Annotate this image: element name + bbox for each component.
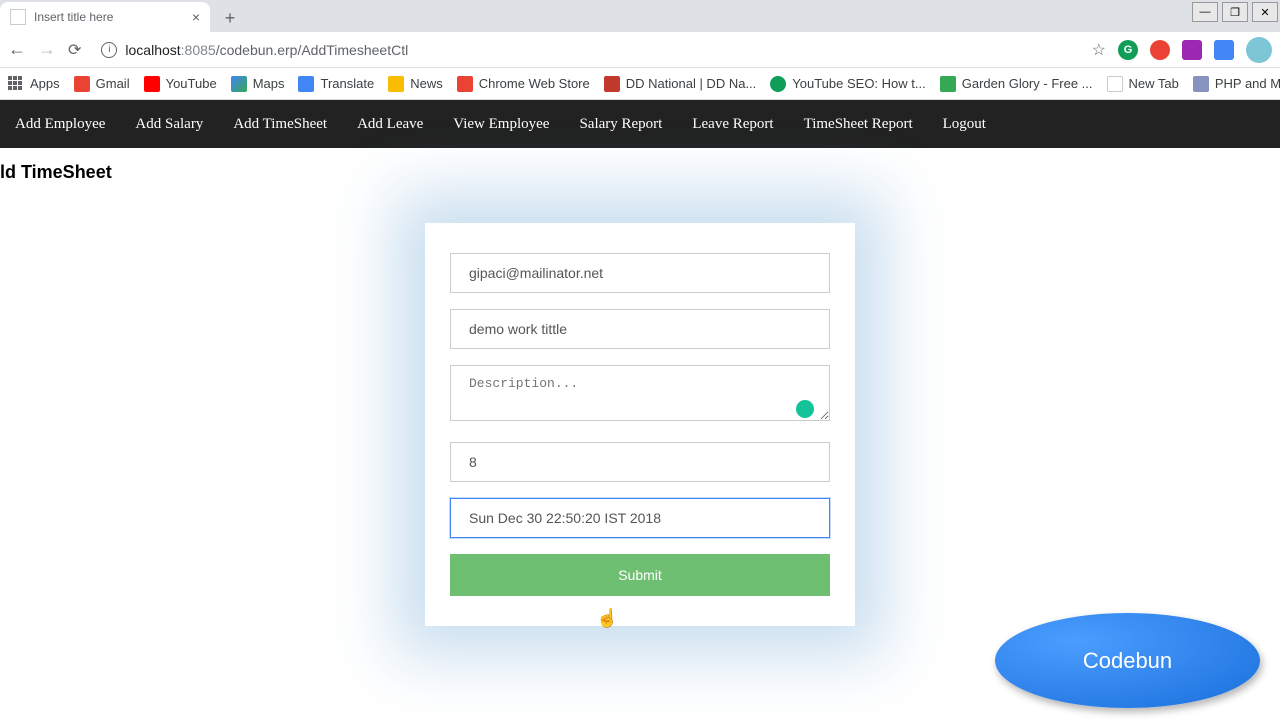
bookmark-new-tab[interactable]: New Tab	[1107, 76, 1179, 92]
grammarly-extension-icon[interactable]: G	[1118, 40, 1138, 60]
bookmark-youtube-seo[interactable]: YouTube SEO: How t...	[770, 76, 925, 92]
page-favicon	[10, 9, 26, 25]
bookmarks-bar: Apps Gmail YouTube Maps Translate News C…	[0, 68, 1280, 100]
watermark-text: Codebun	[1083, 648, 1172, 674]
codebun-watermark: Codebun	[995, 613, 1260, 708]
reload-button[interactable]: ⟳	[68, 40, 81, 60]
nav-add-employee[interactable]: Add Employee	[0, 116, 120, 133]
bookmark-maps[interactable]: Maps	[231, 76, 285, 92]
email-field[interactable]	[450, 253, 830, 293]
page-heading: ld TimeSheet	[0, 162, 1280, 183]
bookmark-star-icon[interactable]: ☆	[1092, 40, 1106, 60]
date-field[interactable]	[450, 498, 830, 538]
close-window-button[interactable]: ✕	[1252, 2, 1278, 22]
window-controls: — ❐ ✕	[1190, 0, 1280, 24]
site-info-icon[interactable]: i	[101, 42, 117, 58]
grammarly-icon[interactable]	[796, 400, 814, 418]
php-icon	[1193, 76, 1209, 92]
extension-icon[interactable]	[1182, 40, 1202, 60]
bookmark-garden-glory[interactable]: Garden Glory - Free ...	[940, 76, 1093, 92]
page-icon	[1107, 76, 1123, 92]
link-icon	[940, 76, 956, 92]
url-port: :8085	[181, 42, 216, 58]
bookmark-news[interactable]: News	[388, 76, 443, 92]
maps-icon	[231, 76, 247, 92]
close-tab-icon[interactable]: ×	[192, 9, 200, 25]
bookmark-translate[interactable]: Translate	[298, 76, 374, 92]
address-bar: ← → ⟳ i localhost:8085/codebun.erp/AddTi…	[0, 32, 1280, 68]
nav-leave-report[interactable]: Leave Report	[677, 116, 788, 133]
bookmark-dd-national[interactable]: DD National | DD Na...	[604, 76, 757, 92]
description-field[interactable]	[450, 365, 830, 421]
bookmark-apps[interactable]: Apps	[8, 76, 60, 92]
nav-logout[interactable]: Logout	[928, 116, 1001, 133]
tab-title: Insert title here	[34, 10, 113, 24]
app-nav: Add Employee Add Salary Add TimeSheet Ad…	[0, 100, 1280, 148]
youtube-icon	[144, 76, 160, 92]
dd-icon	[604, 76, 620, 92]
extension-icon[interactable]	[1150, 40, 1170, 60]
hours-field[interactable]	[450, 442, 830, 482]
new-tab-button[interactable]: +	[216, 4, 244, 32]
url-box[interactable]: i localhost:8085/codebun.erp/AddTimeshee…	[93, 42, 1079, 58]
nav-salary-report[interactable]: Salary Report	[564, 116, 677, 133]
bookmark-php-mysql[interactable]: PHP and MySQL Pro...	[1193, 76, 1280, 92]
chrome-store-icon	[457, 76, 473, 92]
url-host: localhost	[125, 42, 180, 58]
maximize-button[interactable]: ❐	[1222, 2, 1248, 22]
gmail-icon	[74, 76, 90, 92]
bookmark-gmail[interactable]: Gmail	[74, 76, 130, 92]
translate-icon	[298, 76, 314, 92]
minimize-button[interactable]: —	[1192, 2, 1218, 22]
nav-add-timesheet[interactable]: Add TimeSheet	[218, 116, 342, 133]
link-icon	[770, 76, 786, 92]
add-timesheet-form: Submit	[425, 223, 855, 626]
bookmark-youtube[interactable]: YouTube	[144, 76, 217, 92]
browser-tab-strip: Insert title here × + — ❐ ✕	[0, 0, 1280, 32]
nav-add-salary[interactable]: Add Salary	[120, 116, 218, 133]
news-icon	[388, 76, 404, 92]
forward-button[interactable]: →	[38, 39, 56, 60]
work-title-field[interactable]	[450, 309, 830, 349]
url-path: /codebun.erp/AddTimesheetCtl	[216, 42, 408, 58]
profile-avatar[interactable]	[1246, 37, 1272, 63]
nav-view-employee[interactable]: View Employee	[438, 116, 564, 133]
browser-tab[interactable]: Insert title here ×	[0, 2, 210, 32]
bookmark-chrome-web-store[interactable]: Chrome Web Store	[457, 76, 590, 92]
submit-button[interactable]: Submit	[450, 554, 830, 596]
nav-add-leave[interactable]: Add Leave	[342, 116, 438, 133]
back-button[interactable]: ←	[8, 39, 26, 60]
extension-icon[interactable]	[1214, 40, 1234, 60]
apps-icon	[8, 76, 24, 92]
nav-timesheet-report[interactable]: TimeSheet Report	[789, 116, 928, 133]
